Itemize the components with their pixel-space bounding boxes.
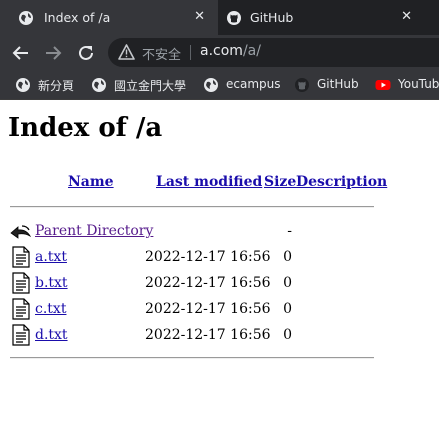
file-link[interactable]: d.txt xyxy=(35,327,68,343)
text-file-icon xyxy=(12,324,30,346)
url-host: a.com xyxy=(200,43,243,59)
bookmark-label: YouTub xyxy=(398,77,439,91)
url-text[interactable]: a.com/a/ xyxy=(200,43,261,59)
table-row: b.txt 2022-12-17 16:56 0 xyxy=(0,272,439,296)
column-description-link[interactable]: Description xyxy=(296,174,387,190)
parent-directory-row: Parent Directory - xyxy=(0,220,439,244)
divider xyxy=(190,45,191,60)
text-file-icon xyxy=(12,246,30,268)
table-row: c.txt 2022-12-17 16:56 0 xyxy=(0,298,439,322)
file-size: - xyxy=(287,223,292,239)
divider xyxy=(10,357,374,359)
file-modified: 2022-12-17 16:56 xyxy=(145,275,271,291)
file-size: 0 xyxy=(283,327,292,343)
forward-arrow-icon[interactable] xyxy=(42,42,64,64)
text-file-icon xyxy=(12,272,30,294)
table-row: d.txt 2022-12-17 16:56 0 xyxy=(0,324,439,348)
tab-github[interactable]: GitHub ✕ xyxy=(219,0,439,35)
bookmark-label: GitHub xyxy=(317,77,359,91)
file-size: 0 xyxy=(283,301,292,317)
file-modified: 2022-12-17 16:56 xyxy=(145,301,271,317)
bookmark-label: ecampus xyxy=(226,77,281,91)
back-arrow-icon[interactable] xyxy=(10,42,32,64)
bookmark-label: 新分頁 xyxy=(38,79,75,93)
file-size: 0 xyxy=(283,249,292,265)
column-last-modified-link[interactable]: Last modified xyxy=(156,174,262,190)
back-arrow-icon xyxy=(10,225,32,239)
youtube-icon xyxy=(375,80,391,90)
address-bar[interactable]: 不安全 a.com/a/ xyxy=(108,38,439,67)
globe-icon xyxy=(204,78,218,92)
globe-icon xyxy=(16,78,30,92)
tab-strip: Index of /a ✕ GitHub ✕ xyxy=(0,0,439,35)
close-icon[interactable]: ✕ xyxy=(401,9,412,24)
bookmarks-bar: 新分頁 國立金門大學 ecampus GitHub YouTub xyxy=(0,70,439,100)
file-link[interactable]: c.txt xyxy=(35,301,66,317)
bookmark-label: 國立金門大學 xyxy=(114,79,187,93)
url-path: /a/ xyxy=(242,43,261,59)
github-icon xyxy=(295,78,309,92)
globe-icon xyxy=(92,78,106,92)
page-title: Index of /a xyxy=(8,113,163,143)
tab-index-of-a[interactable]: Index of /a ✕ xyxy=(0,0,218,35)
column-name-link[interactable]: Name xyxy=(68,174,114,190)
text-file-icon xyxy=(12,298,30,320)
divider xyxy=(10,206,374,208)
file-link[interactable]: a.txt xyxy=(35,249,67,265)
github-icon xyxy=(227,11,241,25)
table-row: a.txt 2022-12-17 16:56 0 xyxy=(0,246,439,270)
tab-title: Index of /a xyxy=(44,10,111,25)
column-size-link[interactable]: Size xyxy=(264,174,296,190)
tab-title: GitHub xyxy=(250,10,294,25)
security-label[interactable]: 不安全 xyxy=(142,44,181,63)
close-icon[interactable]: ✕ xyxy=(194,9,205,24)
reload-icon[interactable] xyxy=(75,42,97,64)
file-modified: 2022-12-17 16:56 xyxy=(145,249,271,265)
file-modified: 2022-12-17 16:56 xyxy=(145,327,271,343)
file-link[interactable]: b.txt xyxy=(35,275,68,291)
warning-icon[interactable] xyxy=(118,44,135,60)
globe-icon xyxy=(19,11,33,25)
parent-directory-link[interactable]: Parent Directory xyxy=(35,223,153,239)
file-size: 0 xyxy=(283,275,292,291)
